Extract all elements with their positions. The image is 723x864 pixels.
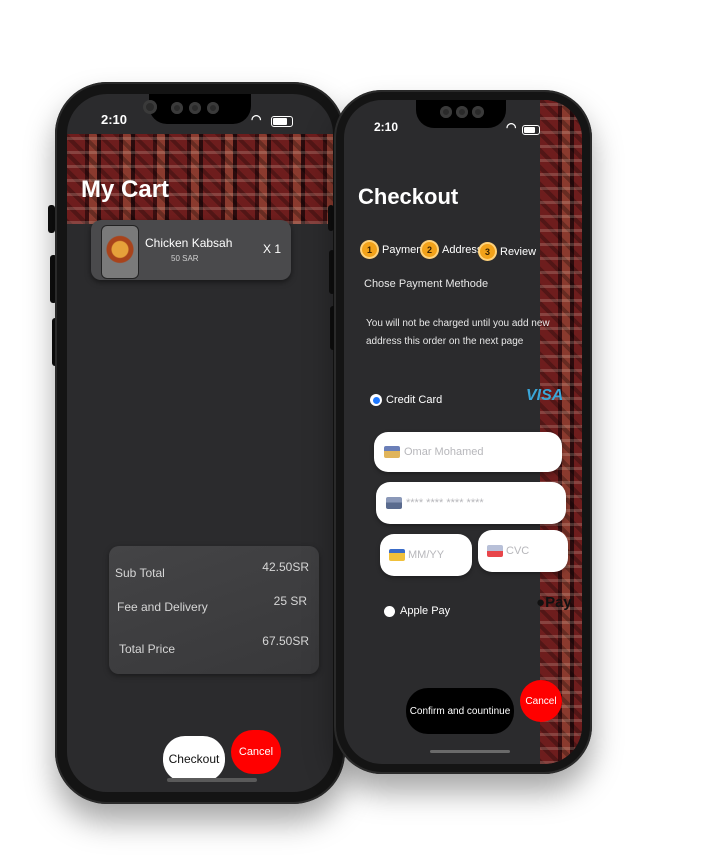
cart-item-card[interactable]: Chicken Kabsah 50 SAR X 1 xyxy=(91,220,291,280)
checkout-status-time: 2:10 xyxy=(374,120,399,134)
battery-icon xyxy=(522,125,540,135)
apple-pay-logo-text: Pay xyxy=(545,594,572,611)
checkout-button[interactable]: Checkout xyxy=(163,736,225,782)
wifi-icon: ◠ xyxy=(251,112,262,126)
left-phone-sensor xyxy=(207,102,219,114)
credit-card-radio[interactable] xyxy=(370,394,382,406)
step-number: 3 xyxy=(480,244,495,259)
visa-logo: VISA xyxy=(526,387,564,404)
apple-icon: ● xyxy=(536,594,546,611)
cancel-button[interactable]: Cancel xyxy=(231,730,281,774)
notice-line-2: address this order on the next page xyxy=(366,336,524,347)
subtotal-value: 42.50SR xyxy=(262,560,309,574)
order-summary-card: Sub Total 42.50SR Fee and Delivery 25 SR… xyxy=(109,546,319,674)
expiry-placeholder: MM/YY xyxy=(408,549,445,561)
cvc-placeholder: CVC xyxy=(506,545,530,557)
cardholder-name-field[interactable]: Omar Mohamed xyxy=(374,432,562,472)
page-title: My Cart xyxy=(81,176,170,203)
notice-line-1: You will not be charged until you add ne… xyxy=(366,318,550,329)
credit-card-icon xyxy=(386,497,402,509)
cancel-button[interactable]: Cancel xyxy=(520,680,562,722)
total-label: Total Price xyxy=(119,642,176,656)
calendar-icon xyxy=(389,549,405,561)
right-phone-sensor xyxy=(472,106,484,118)
cart-item-quantity: X 1 xyxy=(262,242,281,256)
left-phone-silent-switch xyxy=(48,205,55,233)
card-number-field[interactable]: **** **** **** **** xyxy=(376,482,566,524)
wifi-icon: ◠ xyxy=(506,120,517,134)
step-label: Payment xyxy=(382,243,426,256)
left-phone-sensor xyxy=(189,102,201,114)
fee-label: Fee and Delivery xyxy=(117,600,208,614)
confirm-continue-button[interactable]: Confirm and countinue xyxy=(406,688,514,734)
home-indicator xyxy=(167,778,257,782)
step-label: Review xyxy=(500,245,537,258)
cvc-field[interactable]: CVC xyxy=(478,530,568,572)
step-number: 1 xyxy=(362,242,377,257)
home-indicator xyxy=(430,750,510,753)
battery-icon xyxy=(271,116,293,127)
cart-screen: 2:10 ◠ My Cart Chicken Kabsah 50 SAR X 1… xyxy=(67,94,333,792)
cardholder-name-placeholder: Omar Mohamed xyxy=(404,446,484,458)
fee-value: 25 SR xyxy=(273,594,307,608)
subtotal-label: Sub Total xyxy=(115,566,165,580)
step-label: Address xyxy=(442,243,483,256)
cart-item-price: 50 SAR xyxy=(171,254,199,263)
credit-card-label[interactable]: Credit Card xyxy=(386,394,442,406)
choose-payment-heading: Chose Payment Methode xyxy=(364,278,489,290)
dish-thumbnail xyxy=(101,225,139,279)
page-title: Checkout xyxy=(358,184,459,209)
expiry-field[interactable]: MM/YY xyxy=(380,534,472,576)
id-card-icon xyxy=(384,446,400,458)
apple-pay-label[interactable]: Apple Pay xyxy=(400,605,450,617)
left-phone-sensor xyxy=(171,102,183,114)
checkout-screen: 2:10 ◠ Checkout 1 Payment 2 Address 3 Re… xyxy=(344,100,582,764)
cart-status-time: 2:10 xyxy=(101,112,128,127)
step-address[interactable]: 2 Address xyxy=(422,242,482,257)
left-phone: 2:10 ◠ My Cart Chicken Kabsah 50 SAR X 1… xyxy=(55,82,345,804)
left-phone-camera xyxy=(143,100,157,114)
right-phone-camera xyxy=(440,106,452,118)
card-number-placeholder: **** **** **** **** xyxy=(406,497,484,509)
card-lock-icon xyxy=(487,545,503,557)
step-review[interactable]: 3 Review xyxy=(480,244,536,259)
right-phone-sensor xyxy=(456,106,468,118)
apple-pay-radio[interactable] xyxy=(384,606,395,617)
step-payment[interactable]: 1 Payment xyxy=(362,242,425,257)
step-number: 2 xyxy=(422,242,437,257)
cart-item-name: Chicken Kabsah xyxy=(145,236,233,250)
total-value: 67.50SR xyxy=(262,634,309,648)
right-phone: 2:10 ◠ Checkout 1 Payment 2 Address 3 Re… xyxy=(334,90,592,774)
apple-pay-logo: ●Pay xyxy=(536,594,572,611)
